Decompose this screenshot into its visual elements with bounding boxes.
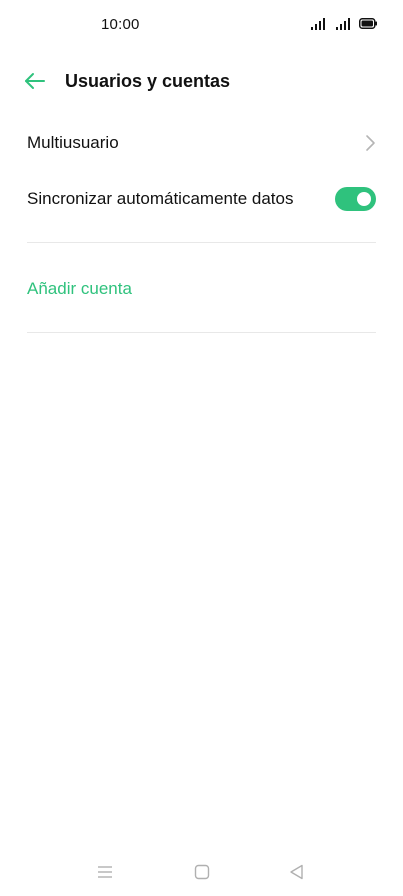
- divider: [27, 332, 376, 333]
- status-bar: 10:00: [0, 0, 403, 48]
- menu-icon[interactable]: [95, 862, 115, 882]
- status-time: 10:00: [101, 16, 140, 33]
- chevron-right-icon: [366, 135, 375, 151]
- multiuser-row[interactable]: Multiusuario: [0, 120, 403, 166]
- sync-toggle[interactable]: [335, 187, 376, 211]
- multiuser-label: Multiusuario: [27, 133, 119, 152]
- back-button[interactable]: [22, 68, 48, 94]
- toggle-knob: [357, 192, 371, 206]
- battery-icon: [359, 18, 377, 29]
- add-account-link[interactable]: Añadir cuenta: [27, 279, 132, 299]
- sync-row[interactable]: Sincronizar automáticamente datos: [0, 176, 403, 222]
- cellular-signal-icon: [336, 18, 350, 30]
- back-triangle-icon[interactable]: [287, 862, 307, 882]
- cellular-signal-icon: [311, 18, 325, 30]
- app-bar: Usuarios y cuentas: [0, 56, 403, 108]
- arrow-left-icon: [25, 73, 45, 89]
- page-title: Usuarios y cuentas: [65, 71, 231, 91]
- divider: [27, 242, 376, 243]
- sync-label: Sincronizar automáticamente datos: [27, 189, 294, 208]
- home-square-icon[interactable]: [192, 862, 212, 882]
- system-nav-bar: [0, 856, 403, 888]
